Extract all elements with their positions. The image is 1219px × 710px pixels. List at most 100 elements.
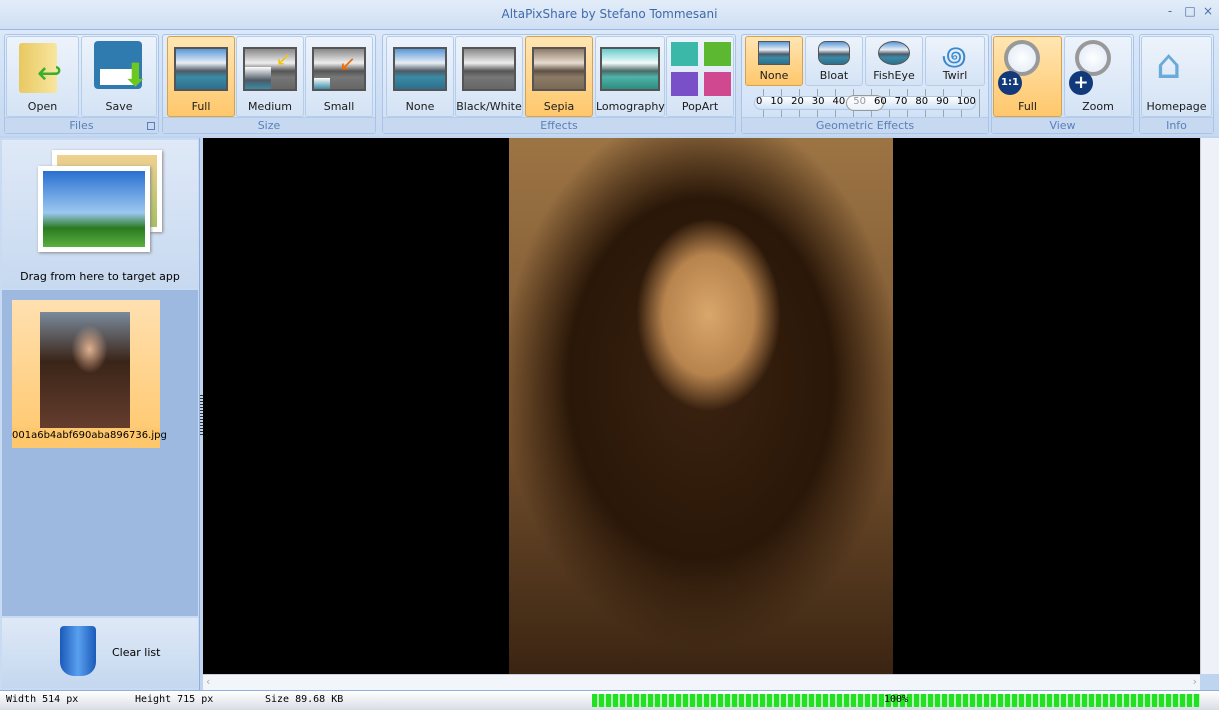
geo-none-button[interactable]: None [745, 36, 803, 86]
group-info: ⌂ Homepage Info [1139, 34, 1214, 134]
status-size: Size 89.68 KB [265, 694, 344, 705]
slider-tick-label: 50 [853, 96, 866, 107]
recycle-bin-icon [60, 626, 96, 676]
save-button[interactable]: ⬇ Save [81, 36, 157, 117]
geo-bloat-button[interactable]: Bloat [805, 36, 863, 86]
dialog-launcher-icon[interactable] [147, 122, 155, 130]
vertical-scrollbar[interactable] [1200, 138, 1219, 674]
preview-image [509, 138, 893, 674]
file-thumbnail [40, 312, 130, 436]
size-small-button[interactable]: ↙ Small [305, 36, 373, 117]
arrow-left-icon: ↩ [37, 56, 63, 91]
slider-tick-label: 100 [956, 96, 976, 107]
effect-lomo-label: Lomography [596, 100, 665, 113]
slider-tick-label: 0 [756, 96, 763, 107]
lomo-landscape-icon [600, 47, 660, 91]
sepia-landscape-icon [532, 47, 586, 91]
save-label: Save [105, 100, 133, 113]
close-button[interactable]: × [1200, 3, 1216, 19]
landscape-photo-icon [38, 166, 150, 252]
geo-fisheye-label: FishEye [873, 69, 915, 82]
landscape-icon [758, 41, 790, 65]
group-label-info: Info [1140, 117, 1213, 133]
effect-none-label: None [405, 100, 435, 113]
scroll-left-icon[interactable]: ‹ [206, 675, 210, 688]
slider-tick-label: 60 [873, 96, 887, 107]
size-full-label: Full [191, 100, 211, 113]
effect-lomo-button[interactable]: Lomography [595, 36, 665, 117]
clear-list-button[interactable]: Clear list [2, 618, 198, 688]
group-view: 1:1 Full + Zoom View [991, 34, 1134, 134]
ribbon: ↩ Open ⬇ Save Files Full ↙ Medium ↙ Small … [0, 30, 1219, 136]
homepage-label: Homepage [1146, 100, 1207, 113]
open-label: Open [27, 100, 58, 113]
status-bar: Width 514 px Height 715 px Size 89.68 KB… [0, 690, 1219, 710]
bw-landscape-icon [462, 47, 516, 91]
size-medium-label: Medium [248, 100, 292, 113]
strength-slider[interactable]: 0 10 20 30 40 50 60 70 80 90 100 [746, 89, 984, 117]
slider-tick-label: 40 [832, 96, 846, 107]
window-title: AltaPixShare by Stefano Tommesani [501, 7, 718, 21]
group-label-view: View [992, 117, 1133, 133]
effect-bw-button[interactable]: Black/White [455, 36, 523, 117]
small-size-icon: ↙ [312, 47, 366, 91]
left-panel: Drag from here to target app 001a6b4abf6… [0, 138, 200, 690]
progress-text: 100% [884, 694, 909, 705]
group-label-files: Files [5, 117, 158, 133]
view-full-button[interactable]: 1:1 Full [993, 36, 1062, 117]
bloat-icon [818, 41, 850, 65]
slider-tick-label: 20 [791, 96, 804, 107]
size-full-button[interactable]: Full [167, 36, 235, 117]
popart-icon [671, 42, 731, 96]
fisheye-icon [878, 41, 910, 65]
group-label-geometric: Geometric Effects [742, 117, 988, 133]
effect-sepia-button[interactable]: Sepia [525, 36, 593, 117]
image-viewer [203, 138, 1200, 674]
horizontal-scrollbar[interactable]: ‹ › [203, 674, 1200, 690]
effect-sepia-label: Sepia [543, 100, 575, 113]
open-button[interactable]: ↩ Open [6, 36, 79, 117]
actual-size-icon: 1:1 [998, 71, 1022, 95]
maximize-button[interactable]: □ [1182, 3, 1198, 19]
homepage-button[interactable]: ⌂ Homepage [1141, 36, 1212, 117]
view-zoom-button[interactable]: + Zoom [1064, 36, 1132, 117]
scroll-right-icon[interactable]: › [1193, 675, 1197, 688]
house-icon: ⌂ [1156, 42, 1182, 88]
size-small-label: Small [323, 100, 355, 113]
zoom-in-icon: + [1069, 71, 1093, 95]
slider-tick-label: 70 [894, 96, 908, 107]
geo-none-label: None [759, 69, 789, 82]
slider-tick-label: 30 [811, 96, 825, 107]
list-item[interactable] [12, 300, 160, 448]
slider-tick-label: 80 [915, 96, 929, 107]
medium-size-icon: ↙ [243, 47, 297, 91]
status-width: Width 514 px [6, 694, 79, 705]
geo-twirl-label: Twirl [942, 69, 968, 82]
title-bar: AltaPixShare by Stefano Tommesani [0, 0, 1219, 30]
effect-popart-button[interactable]: PopArt [666, 36, 734, 117]
drag-source[interactable]: Drag from here to target app [2, 140, 198, 288]
group-label-effects: Effects [383, 117, 735, 133]
size-medium-button[interactable]: ↙ Medium [236, 36, 304, 117]
group-size: Full ↙ Medium ↙ Small Size [162, 34, 376, 134]
geo-twirl-button[interactable]: ꩜ Twirl [925, 36, 985, 86]
effect-popart-label: PopArt [681, 100, 719, 113]
slider-tick-label: 10 [770, 96, 784, 107]
geo-fisheye-button[interactable]: FishEye [865, 36, 923, 86]
landscape-icon [174, 47, 228, 91]
file-name: 001a6b4abf690aba896736.jpg [12, 428, 167, 444]
status-height: Height 715 px [135, 694, 214, 705]
view-full-label: Full [1018, 100, 1037, 113]
minimize-button[interactable]: - [1162, 3, 1178, 19]
view-zoom-label: Zoom [1082, 100, 1114, 113]
group-label-size: Size [163, 117, 375, 133]
group-files: ↩ Open ⬇ Save Files [4, 34, 159, 134]
group-geometric: None Bloat FishEye ꩜ Twirl 0 10 20 30 40 50 60 7… [741, 34, 989, 134]
drag-hint: Drag from here to target app [20, 270, 180, 283]
file-list: 001a6b4abf690aba896736.jpg [2, 290, 198, 616]
clear-list-label: Clear list [112, 646, 161, 659]
slider-tick-label: 90 [936, 96, 949, 107]
landscape-icon [393, 47, 447, 91]
effect-bw-label: Black/White [456, 100, 522, 113]
effect-none-button[interactable]: None [386, 36, 454, 117]
